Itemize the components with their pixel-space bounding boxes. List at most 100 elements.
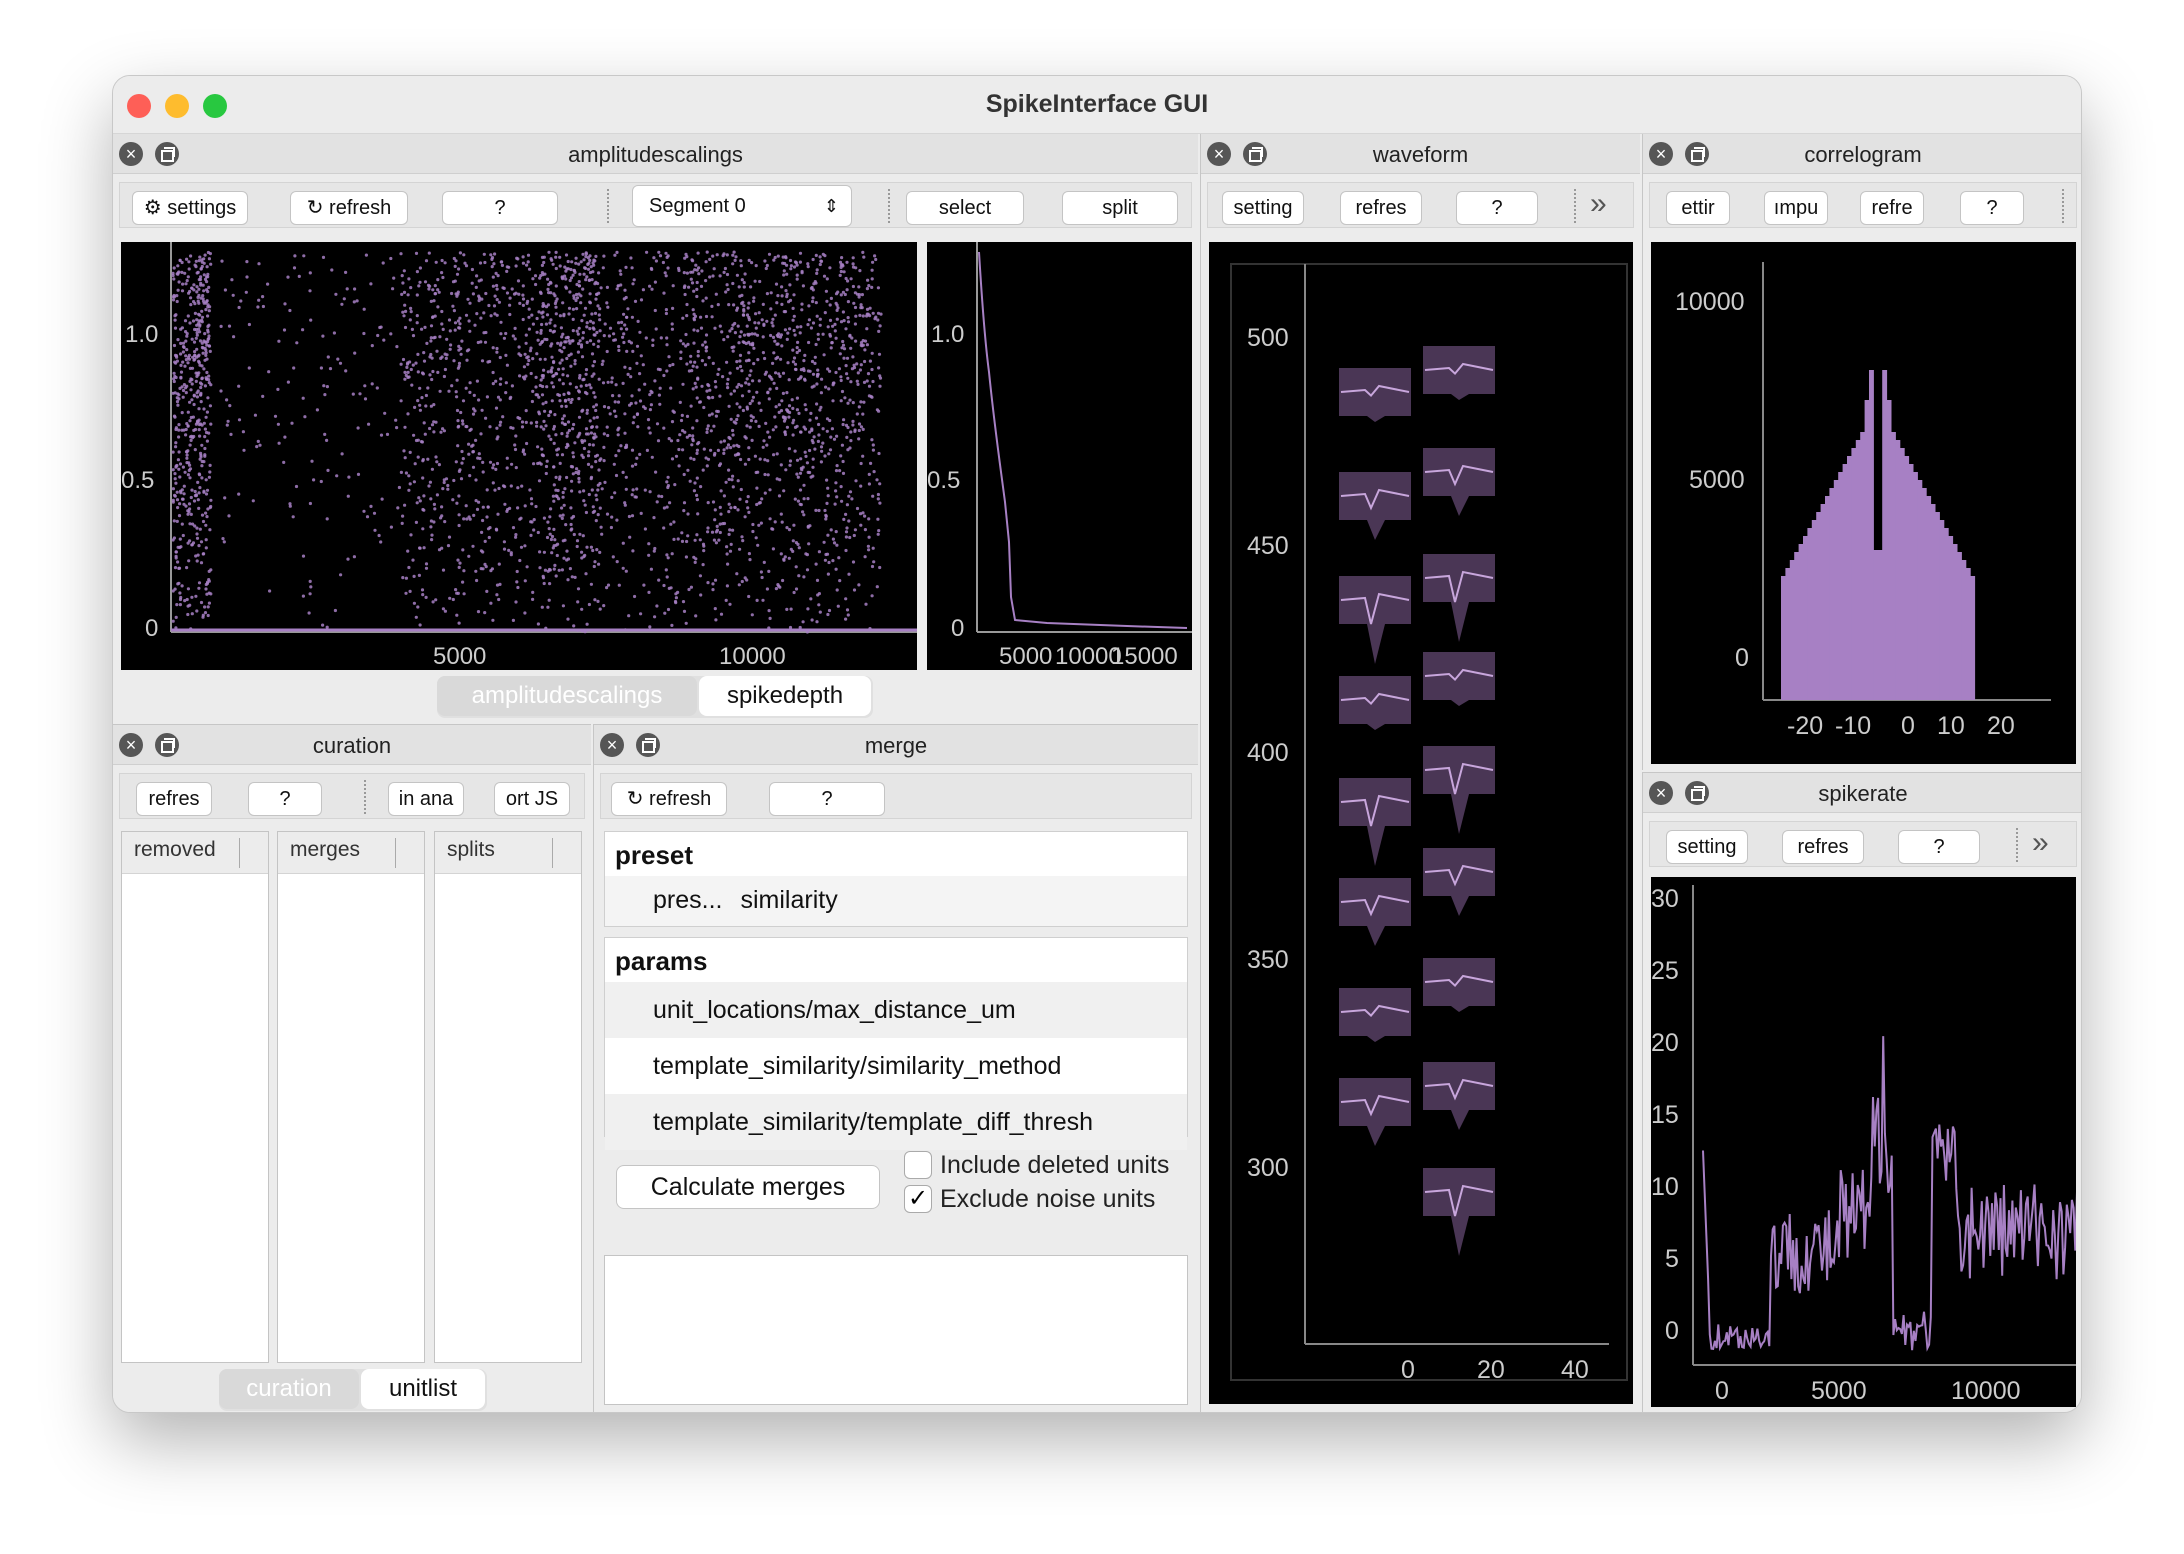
spikerate-plot[interactable]: 30 25 20 15 10 5 0 0 5000 10000	[1651, 877, 2076, 1407]
param-row[interactable]: unit_locations/max_distance_um	[605, 982, 1187, 1038]
correlogram-plot[interactable]: 10000 5000 0 -20 -10 0 10 20	[1651, 242, 2076, 764]
amplitudescalings-dock: × amplitudescalings ⚙ settings ↻ refresh…	[113, 134, 1198, 724]
dock-title: merge	[864, 733, 928, 758]
help-button[interactable]: ?	[769, 782, 885, 816]
settings-button[interactable]: ettir	[1666, 191, 1730, 225]
help-button[interactable]: ?	[248, 782, 322, 816]
include-deleted-checkbox[interactable]	[904, 1151, 932, 1179]
preset-value[interactable]: similarity	[740, 886, 837, 914]
window-title: SpikeInterface GUI	[985, 90, 1209, 118]
settings-button[interactable]: ⚙ settings	[132, 191, 248, 225]
y-tick-label: 25	[1651, 957, 1679, 985]
include-deleted-label: Include deleted units	[940, 1151, 1170, 1179]
y-tick-label: 10000	[1675, 288, 1745, 316]
refresh-button[interactable]: refres	[1340, 191, 1422, 225]
refresh-button[interactable]: refres	[136, 782, 212, 816]
tab-spikedepth[interactable]: spikedepth	[699, 676, 871, 716]
param-row[interactable]: template_similarity/template_diff_thresh	[605, 1094, 1187, 1150]
tab-unitlist[interactable]: unitlist	[361, 1369, 485, 1409]
help-button[interactable]: ?	[1898, 830, 1980, 864]
dock-header: × curation	[113, 725, 591, 765]
segment-select[interactable]: Segment 0 ⇕	[632, 185, 852, 227]
removed-list[interactable]: removed	[121, 831, 269, 1363]
x-tick-label: 0	[1401, 1356, 1415, 1384]
y-tick-label: 0	[951, 615, 964, 642]
y-tick-label: 450	[1247, 532, 1289, 560]
param-row[interactable]: template_similarity/similarity_method	[605, 1038, 1187, 1094]
y-tick-label: 10	[1651, 1173, 1679, 1201]
split-button[interactable]: split	[1062, 191, 1178, 225]
y-tick-label: 5000	[1689, 466, 1745, 494]
exclude-noise-checkbox[interactable]: ✓	[904, 1185, 932, 1213]
calculate-merges-button[interactable]: Calculate merges	[616, 1165, 880, 1209]
waveform-plot[interactable]: 500 450 400 350 300 0 20 40	[1209, 242, 1633, 1404]
y-tick-label: 500	[1247, 324, 1289, 352]
y-tick-label: 20	[1651, 1029, 1679, 1057]
spikerate-dock: × spikerate setting refres ? » 30 25 20 …	[1642, 772, 2081, 1412]
amplitude-histogram-plot[interactable]: 1.0 0.5 0 5000 10000 15000	[927, 242, 1192, 670]
y-tick-label: 0	[1665, 1317, 1679, 1345]
params-section: params unit_locations/max_distance_um te…	[604, 937, 1188, 1150]
more-icon[interactable]: »	[2032, 826, 2049, 860]
y-tick-label: 1.0	[125, 321, 158, 348]
toolbar-separator	[364, 780, 366, 814]
refresh-button[interactable]: ↻ refresh	[290, 191, 408, 225]
dock-header: × correlogram	[1643, 134, 2081, 174]
chevron-updown-icon: ⇕	[823, 196, 839, 216]
y-tick-label: 300	[1247, 1154, 1289, 1182]
params-header: params	[605, 938, 1187, 982]
compute-button[interactable]: ımpu	[1764, 191, 1828, 225]
dock-title: spikerate	[1818, 781, 1908, 806]
x-tick-label: 0	[1901, 712, 1915, 740]
splits-header: splits	[435, 832, 581, 874]
title-bar: SpikeInterface GUI	[113, 76, 2081, 134]
merges-header: merges	[278, 832, 424, 874]
export-json-button[interactable]: ort JS	[494, 782, 570, 816]
tab-curation[interactable]: curation	[219, 1369, 359, 1409]
dock-header: × spikerate	[1643, 773, 2081, 813]
dock-header: × merge	[594, 725, 1198, 765]
help-button[interactable]: ?	[442, 191, 558, 225]
toolbar-separator	[2016, 828, 2018, 862]
toolbar-separator	[607, 189, 609, 223]
amplitude-scatter-plot[interactable]: 1.0 0.5 0 5000 10000	[121, 242, 917, 670]
amplitude-histogram-svg: 1.0 0.5 0 5000 10000 15000	[927, 242, 1192, 670]
preset-row[interactable]: pres... similarity	[605, 876, 1187, 932]
preset-label: pres...	[653, 886, 723, 914]
include-analyzer-button[interactable]: in ana	[388, 782, 464, 816]
settings-button[interactable]: setting	[1222, 191, 1304, 225]
x-tick-label: 40	[1561, 1356, 1589, 1384]
preset-header: preset	[605, 832, 1187, 876]
dock-title: curation	[312, 733, 392, 758]
toolbar: ettir ımpu refre ?	[1649, 182, 2077, 228]
y-tick-label: 30	[1651, 885, 1679, 913]
toolbar: setting refres ? »	[1207, 182, 1634, 228]
merge-results-table[interactable]	[604, 1255, 1188, 1405]
toolbar: ⚙ settings ↻ refresh ? Segment 0 ⇕ select…	[119, 182, 1192, 228]
dock-title: amplitudescalings	[568, 142, 743, 167]
refresh-button[interactable]: ↻ refresh	[611, 782, 727, 816]
app-window: SpikeInterface GUI × amplitudescalings ⚙…	[112, 75, 2082, 1413]
select-button[interactable]: select	[906, 191, 1024, 225]
x-tick-label: 20	[1987, 712, 2015, 740]
more-icon[interactable]: »	[1590, 187, 1607, 221]
toolbar-separator	[2062, 189, 2064, 223]
help-button[interactable]: ?	[1456, 191, 1538, 225]
y-tick-label: 0.5	[927, 467, 960, 494]
segment-value: Segment 0	[649, 195, 746, 217]
help-button[interactable]: ?	[1960, 191, 2024, 225]
splits-list[interactable]: splits	[434, 831, 582, 1363]
tab-amplitudescalings[interactable]: amplitudescalings	[437, 676, 697, 716]
dock-header: × waveform	[1201, 134, 1640, 174]
x-tick-label: -20	[1787, 712, 1823, 740]
refresh-button[interactable]: refres	[1782, 830, 1864, 864]
merges-list[interactable]: merges	[277, 831, 425, 1363]
settings-button[interactable]: setting	[1666, 830, 1748, 864]
toolbar-separator	[1574, 189, 1576, 223]
tab-bar: curation unitlist	[219, 1369, 487, 1411]
correlogram-dock: × correlogram ettir ımpu refre ? 10000 5…	[1642, 134, 2081, 770]
refresh-button[interactable]: refre	[1860, 191, 1924, 225]
toolbar-separator	[888, 189, 890, 223]
merge-dock: × merge ↻ refresh ? preset pres... simila…	[593, 724, 1198, 1412]
toolbar: ↻ refresh ?	[600, 773, 1192, 819]
